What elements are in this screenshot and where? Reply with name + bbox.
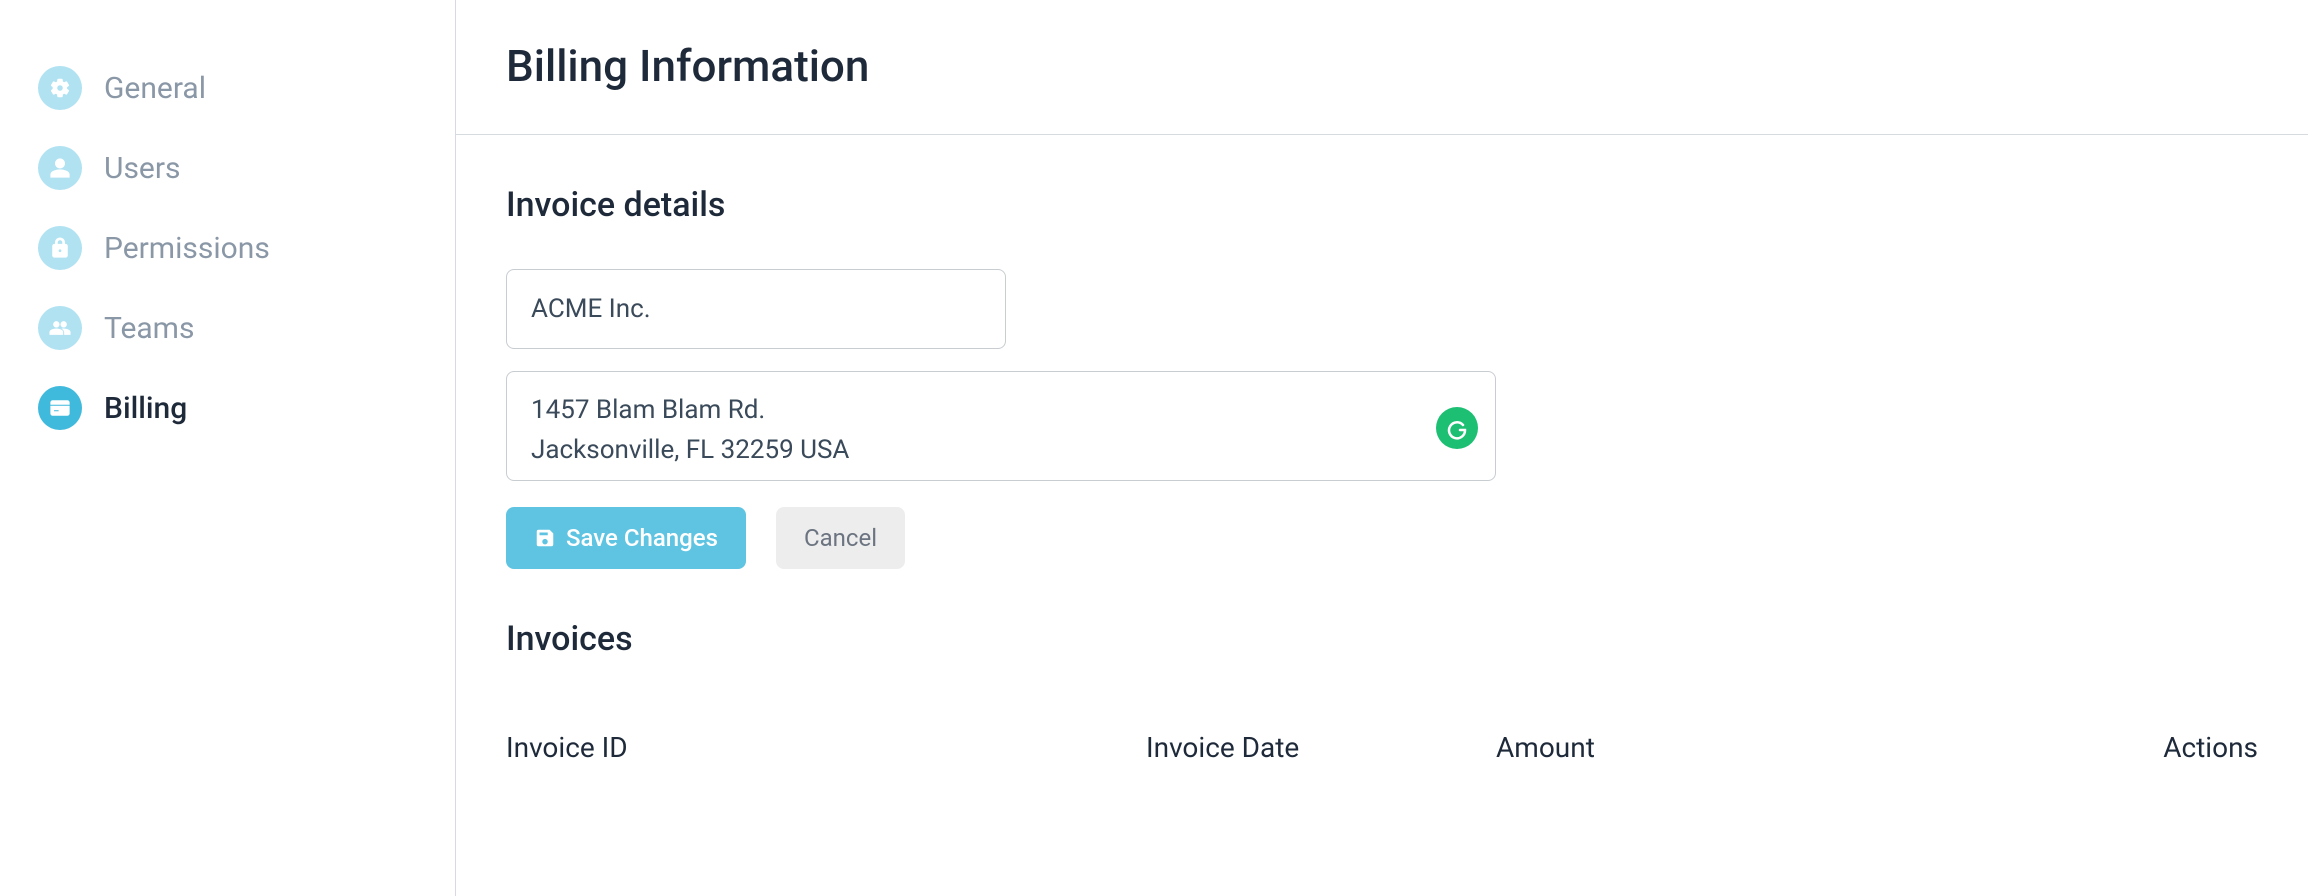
invoice-details-heading: Invoice details	[506, 185, 2258, 225]
sidebar-item-label: Teams	[104, 311, 194, 346]
save-icon	[534, 527, 556, 549]
address-textarea[interactable]	[506, 371, 1496, 481]
invoices-section: Invoices	[456, 569, 2308, 703]
sidebar-item-general[interactable]: General	[24, 48, 431, 128]
sidebar-item-teams[interactable]: Teams	[24, 288, 431, 368]
people-icon	[38, 306, 82, 350]
main-content: Billing Information Invoice details Save…	[456, 0, 2308, 896]
save-changes-button[interactable]: Save Changes	[506, 507, 746, 569]
column-invoice-id: Invoice ID	[506, 731, 1146, 764]
sidebar-item-permissions[interactable]: Permissions	[24, 208, 431, 288]
page-title: Billing Information	[506, 40, 2258, 92]
address-field-wrap	[506, 371, 1496, 485]
form-actions: Save Changes Cancel	[506, 507, 2258, 569]
gear-icon	[38, 66, 82, 110]
column-invoice-date: Invoice Date	[1146, 731, 1496, 764]
sidebar-item-label: Users	[104, 151, 181, 186]
sidebar-item-label: General	[104, 71, 206, 106]
invoice-details-form	[506, 269, 2258, 485]
column-amount: Amount	[1496, 731, 2108, 764]
lock-icon	[38, 226, 82, 270]
sidebar-item-label: Permissions	[104, 231, 270, 266]
save-button-label: Save Changes	[566, 524, 718, 552]
invoice-table-header: Invoice ID Invoice Date Amount Actions	[456, 731, 2308, 764]
page-header: Billing Information	[456, 0, 2308, 135]
card-icon	[38, 386, 82, 430]
user-icon	[38, 146, 82, 190]
cancel-button-label: Cancel	[804, 524, 877, 552]
sidebar-item-label: Billing	[104, 391, 187, 426]
invoice-details-section: Invoice details Save Changes Cancel	[456, 135, 2308, 569]
sidebar-item-billing[interactable]: Billing	[24, 368, 431, 448]
company-name-input[interactable]	[506, 269, 1006, 349]
column-actions: Actions	[2108, 731, 2258, 764]
invoices-heading: Invoices	[506, 619, 2258, 659]
sidebar-item-users[interactable]: Users	[24, 128, 431, 208]
sidebar: General Users Permissions Teams Billing	[0, 0, 456, 896]
cancel-button[interactable]: Cancel	[776, 507, 905, 569]
grammarly-icon[interactable]	[1436, 407, 1478, 449]
